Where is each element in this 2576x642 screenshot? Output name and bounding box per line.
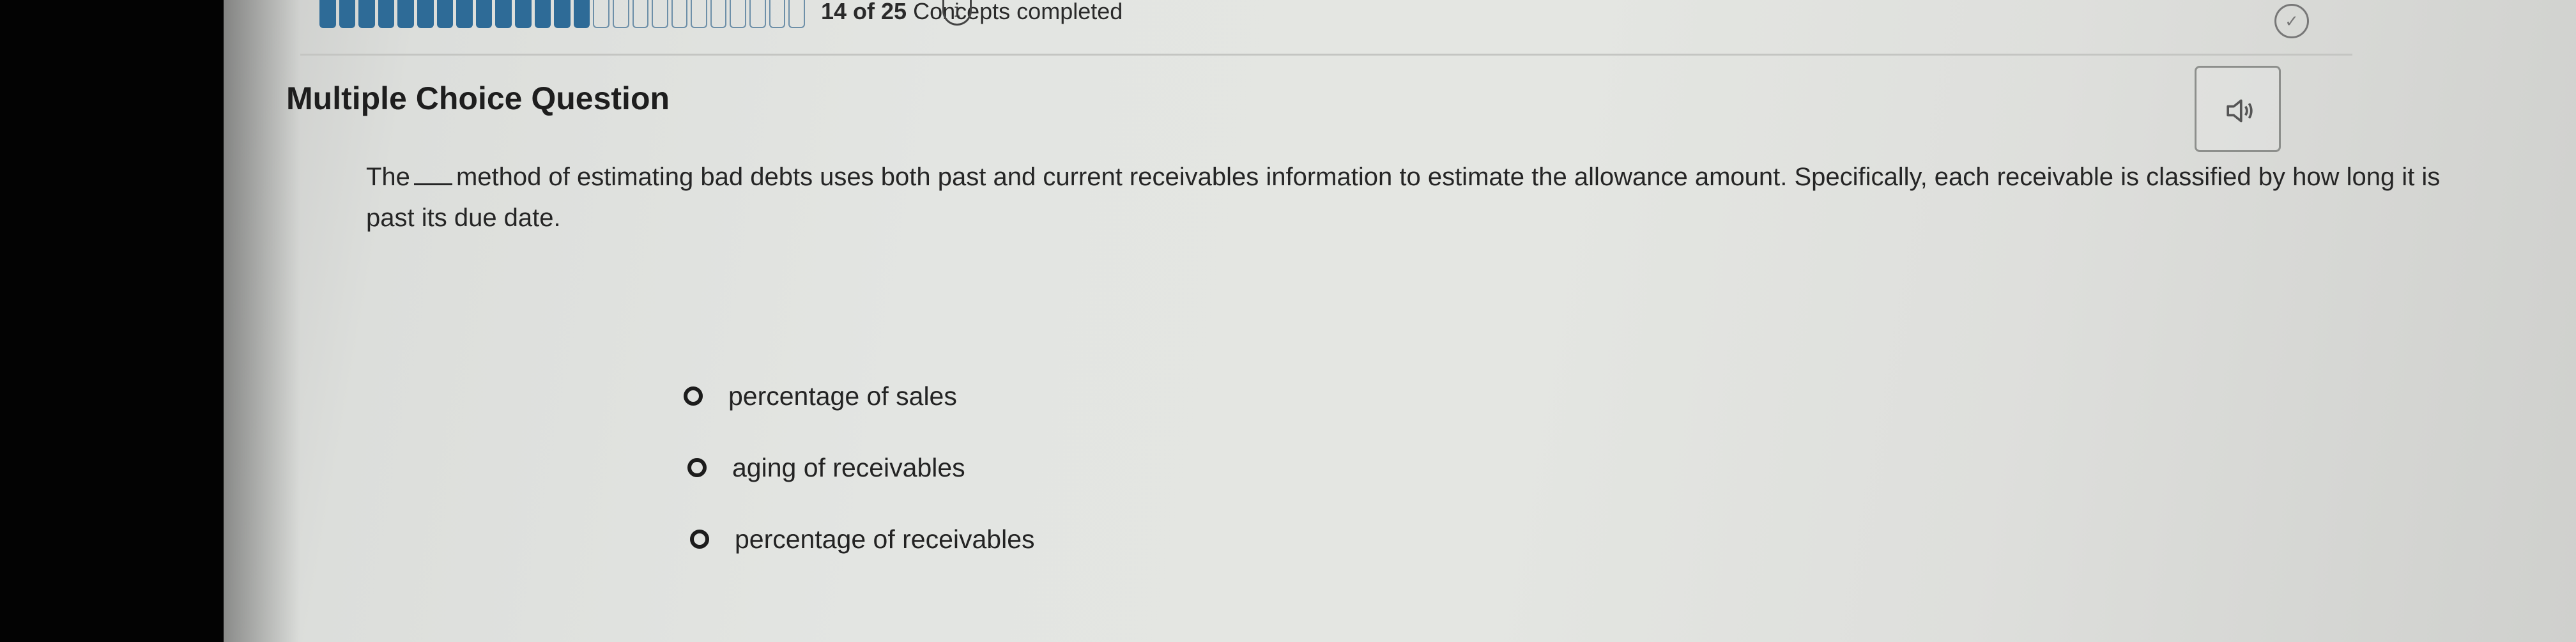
progress-segment (671, 0, 688, 28)
progress-segment (436, 0, 454, 28)
top-bar: 14 of 25 Concepts completed i ✓ (0, 0, 2352, 38)
progress-segment (475, 0, 493, 28)
answer-option[interactable]: percentage of sales (684, 377, 1035, 415)
progress-segment (358, 0, 375, 28)
progress-segment (593, 0, 610, 28)
progress-segment (534, 0, 551, 28)
radio-button[interactable] (687, 458, 707, 477)
progress-segment (788, 0, 805, 28)
answer-option[interactable]: aging of receivables (687, 448, 1035, 487)
progress-segment (514, 0, 532, 28)
option-label: aging of receivables (732, 452, 965, 482)
progress-segment (319, 0, 336, 28)
fill-in-blank (413, 164, 452, 185)
option-label: percentage of receivables (735, 524, 1035, 554)
option-label: percentage of sales (728, 381, 957, 411)
question-heading: Multiple Choice Question (286, 80, 670, 116)
progress-status: 14 of 25 Concepts completed (821, 0, 1123, 23)
question-card (300, 56, 2352, 642)
progress-segment (769, 0, 786, 28)
progress-bar (319, 0, 805, 28)
prompt-start: The (366, 163, 410, 191)
progress-segment (417, 0, 434, 28)
radio-button[interactable] (684, 386, 703, 406)
check-glyph: ✓ (2285, 11, 2299, 31)
progress-segment (652, 0, 668, 28)
progress-segment (495, 0, 512, 28)
progress-segment (456, 0, 473, 28)
progress-segment (749, 0, 766, 28)
progress-segment (397, 0, 414, 28)
progress-segment (378, 0, 395, 28)
info-glyph: i (954, 0, 960, 22)
progress-segment (730, 0, 747, 28)
progress-segment (554, 0, 571, 28)
question-prompt: The method of estimating bad debts uses b… (366, 157, 2494, 238)
speaker-icon (2227, 99, 2253, 123)
prompt-rest: method of estimating bad debts uses both… (366, 163, 2441, 232)
answer-option[interactable]: percentage of receivables (690, 520, 1035, 558)
progress-count: 14 of 25 (821, 0, 907, 24)
progress-segment (691, 0, 707, 28)
check-circle-icon[interactable]: ✓ (2274, 4, 2309, 38)
answer-options: percentage of sales aging of receivables… (684, 377, 1035, 592)
read-aloud-button[interactable] (2195, 66, 2281, 152)
progress-segment (612, 0, 629, 28)
progress-segment (632, 0, 649, 28)
progress-segment (339, 0, 356, 28)
progress-segment (573, 0, 590, 28)
progress-segment (710, 0, 727, 28)
radio-button[interactable] (690, 530, 709, 549)
